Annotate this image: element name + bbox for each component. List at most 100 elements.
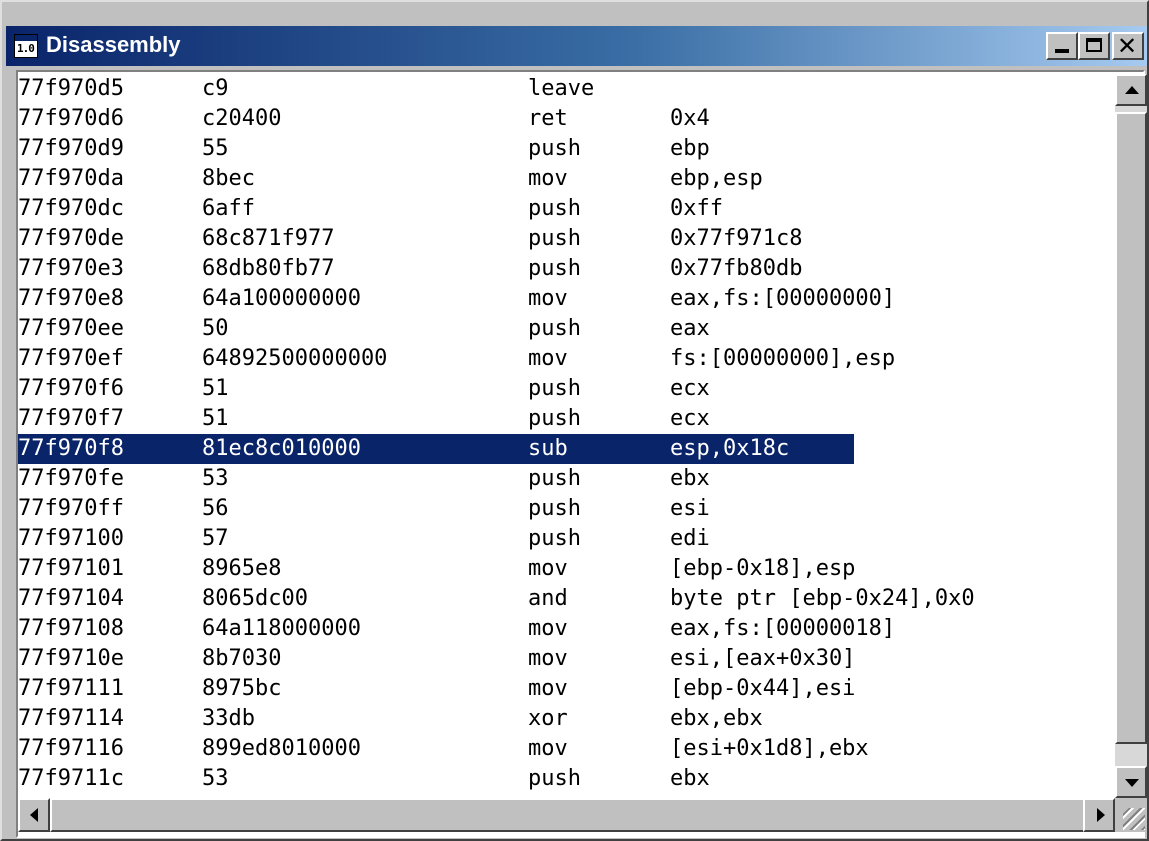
instruction-mnemonic: sub [528, 436, 568, 461]
instruction-mnemonic: push [528, 136, 581, 161]
instruction-operands: 0x77f971c8 [670, 226, 803, 251]
instruction-operands: 0x77fb80db [670, 256, 803, 281]
scroll-right-button[interactable] [1083, 798, 1115, 832]
instruction-mnemonic: mov [528, 346, 568, 371]
instruction-mnemonic: push [528, 376, 581, 401]
instruction-address: 77f97114 [18, 706, 124, 731]
instruction-operands: ecx [670, 376, 710, 401]
instruction-bytes: 53 [202, 466, 229, 491]
scroll-up-button[interactable] [1115, 74, 1147, 106]
window-app-icon[interactable]: 1.0 [14, 34, 38, 58]
instruction-bytes: 68db80fb77 [202, 256, 335, 281]
horizontal-scrollbar[interactable] [18, 798, 1115, 832]
instruction-operands: eax,fs:[00000000] [670, 286, 896, 311]
instruction-operands: esi [670, 496, 710, 521]
instruction-operands: esp,0x18c [670, 436, 790, 461]
instruction-address: 77f97100 [18, 526, 124, 551]
instruction-address: 77f970de [18, 226, 124, 251]
instruction-mnemonic: push [528, 406, 581, 431]
instruction-address: 77f970f8 [18, 436, 124, 461]
instruction-operands: byte ptr [ebp-0x24],0x0 [670, 586, 975, 611]
instruction-operands: ebp,esp [670, 166, 763, 191]
instruction-operands: ebx [670, 766, 710, 791]
instruction-bytes: 57 [202, 526, 229, 551]
instruction-mnemonic: mov [528, 736, 568, 761]
instruction-address: 77f9711c [18, 766, 124, 791]
arrow-up-icon [1125, 86, 1139, 94]
instruction-operands: eax,fs:[00000018] [670, 616, 896, 641]
disassembly-window: 1.0 Disassembly ✕ 77f970d5 c9 leave 77f970d… [0, 0, 1149, 841]
instruction-address: 77f97116 [18, 736, 124, 761]
instruction-bytes: 64a100000000 [202, 286, 361, 311]
instruction-address: 77f97111 [18, 676, 124, 701]
instruction-mnemonic: push [528, 226, 581, 251]
close-button[interactable]: ✕ [1112, 32, 1144, 60]
horizontal-scroll-thumb[interactable] [50, 798, 1086, 832]
instruction-mnemonic: mov [528, 556, 568, 581]
instruction-bytes: 51 [202, 406, 229, 431]
arrow-left-icon [30, 808, 38, 822]
instruction-operands: fs:[00000000],esp [670, 346, 896, 371]
instruction-mnemonic: and [528, 586, 568, 611]
instruction-bytes: 8b7030 [202, 646, 282, 671]
instruction-bytes: 8bec [202, 166, 255, 191]
instruction-address: 77f97108 [18, 616, 124, 641]
window-title: Disassembly [46, 32, 181, 57]
instruction-operands: 0xff [670, 196, 723, 221]
instruction-bytes: 51 [202, 376, 229, 401]
instruction-address: 77f970fe [18, 466, 124, 491]
instruction-bytes: 64892500000000 [202, 346, 388, 371]
instruction-address: 77f97101 [18, 556, 124, 581]
instruction-bytes: 53 [202, 766, 229, 791]
instruction-operands: [ebp-0x18],esp [670, 556, 856, 581]
instruction-operands: eax [670, 316, 710, 341]
instruction-operands: edi [670, 526, 710, 551]
instruction-bytes: 8965e8 [202, 556, 282, 581]
app-icon-label: 1.0 [17, 42, 35, 55]
instruction-address: 77f9710e [18, 646, 124, 671]
instruction-mnemonic: leave [528, 76, 595, 101]
scroll-left-button[interactable] [18, 798, 50, 832]
disassembly-listing[interactable]: 77f970d5 c9 leave 77f970d6 c20400 ret 0x4 77f97… [18, 74, 1115, 796]
instruction-mnemonic: push [528, 526, 581, 551]
instruction-address: 77f970e3 [18, 256, 124, 281]
instruction-address: 77f970f6 [18, 376, 124, 401]
resize-grip-icon [1123, 808, 1145, 830]
instruction-operands: 0x4 [670, 106, 710, 131]
instruction-operands: ecx [670, 406, 710, 431]
instruction-mnemonic: push [528, 766, 581, 791]
instruction-bytes: 8065dc00 [202, 586, 308, 611]
title-bar[interactable]: 1.0 Disassembly ✕ [6, 26, 1147, 66]
instruction-address: 77f970d9 [18, 136, 124, 161]
instruction-bytes: 6aff [202, 196, 255, 221]
instruction-address: 77f970da [18, 166, 124, 191]
instruction-mnemonic: push [528, 316, 581, 341]
instruction-address: 77f970ee [18, 316, 124, 341]
instruction-bytes: 56 [202, 496, 229, 521]
instruction-address: 77f97104 [18, 586, 124, 611]
minimize-button[interactable] [1046, 32, 1078, 60]
arrow-down-icon [1125, 779, 1139, 787]
close-icon: ✕ [1117, 32, 1138, 60]
resize-grip[interactable] [1115, 798, 1147, 832]
instruction-mnemonic: push [528, 496, 581, 521]
instruction-bytes: 55 [202, 136, 229, 161]
scroll-down-button[interactable] [1115, 766, 1147, 798]
instruction-bytes: 899ed8010000 [202, 736, 361, 761]
instruction-operands: [ebp-0x44],esi [670, 676, 856, 701]
instruction-bytes: 8975bc [202, 676, 282, 701]
maximize-button[interactable] [1078, 32, 1110, 60]
selected-instruction-row[interactable]: 77f970f8 81ec8c010000 sub esp,0x18c [18, 434, 854, 464]
instruction-operands: ebp [670, 136, 710, 161]
maximize-icon [1086, 38, 1102, 52]
vertical-scrollbar[interactable] [1115, 74, 1147, 798]
vertical-scroll-thumb[interactable] [1115, 112, 1147, 744]
instruction-address: 77f970ff [18, 496, 124, 521]
instruction-bytes: 50 [202, 316, 229, 341]
instruction-operands: ebx [670, 466, 710, 491]
instruction-mnemonic: ret [528, 106, 568, 131]
instruction-mnemonic: xor [528, 706, 568, 731]
instruction-address: 77f970dc [18, 196, 124, 221]
instruction-bytes: 64a118000000 [202, 616, 361, 641]
instruction-bytes: c9 [202, 76, 229, 101]
